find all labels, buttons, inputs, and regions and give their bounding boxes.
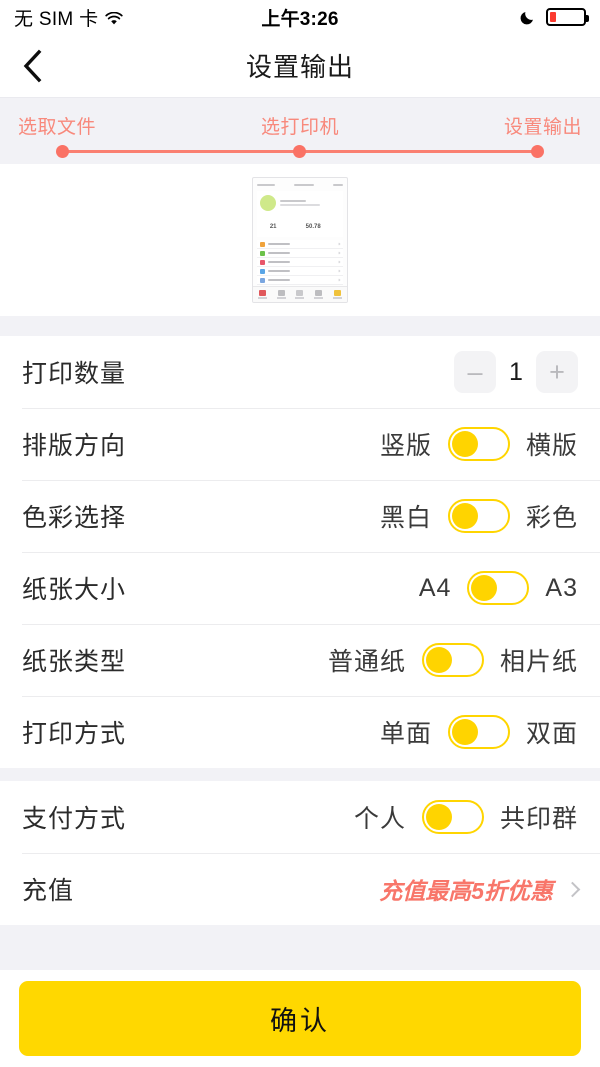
row-label-quantity: 打印数量 <box>22 354 126 390</box>
print-mode-option-right[interactable]: 双面 <box>526 714 578 750</box>
wifi-icon <box>105 10 123 24</box>
paper-size-option-right[interactable]: A3 <box>545 574 578 603</box>
row-label-recharge: 充值 <box>22 871 74 907</box>
plus-icon: + <box>549 359 565 385</box>
print-mode-option-left[interactable]: 单面 <box>380 714 432 750</box>
section-gap-2 <box>0 768 600 781</box>
back-button[interactable] <box>20 46 60 86</box>
toggle-knob-icon <box>426 647 452 673</box>
thumbnail-number-left: 21 <box>270 224 277 230</box>
recharge-promo-text: 充值最高5折优惠 <box>379 872 553 906</box>
minus-icon: – <box>467 359 482 385</box>
print-mode-toggle[interactable] <box>448 715 510 749</box>
row-color-selection: 色彩选择 黑白 彩色 <box>0 480 600 552</box>
quantity-increment-button[interactable]: + <box>536 351 578 393</box>
step-label-2[interactable]: 选打印机 <box>261 112 339 139</box>
toggle-knob-icon <box>452 503 478 529</box>
row-label-paper-type: 纸张类型 <box>22 642 126 678</box>
status-bar-left: 无 SIM 卡 <box>14 4 123 31</box>
footer-bar: 确认 <box>0 970 600 1067</box>
step-label-1[interactable]: 选取文件 <box>18 112 96 139</box>
color-option-left[interactable]: 黑白 <box>380 498 432 534</box>
orientation-option-left[interactable]: 竖版 <box>380 426 432 462</box>
toggle-knob-icon <box>452 431 478 457</box>
section-gap-1 <box>0 316 600 336</box>
toggle-knob-icon <box>471 575 497 601</box>
row-payment-method: 支付方式 个人 共印群 <box>0 781 600 853</box>
row-label-print-mode: 打印方式 <box>22 714 126 750</box>
moon-icon <box>520 9 536 25</box>
payment-option-left[interactable]: 个人 <box>354 799 406 835</box>
row-paper-type: 纸张类型 普通纸 相片纸 <box>0 624 600 696</box>
chevron-right-icon <box>565 881 581 897</box>
paper-size-toggle[interactable] <box>467 571 529 605</box>
payment-option-right[interactable]: 共印群 <box>500 799 578 835</box>
row-label-orientation: 排版方向 <box>22 426 126 462</box>
step-dot-2 <box>293 145 306 158</box>
quantity-value: 1 <box>496 358 536 387</box>
battery-icon <box>546 8 586 26</box>
row-recharge[interactable]: 充值 充值最高5折优惠 <box>0 853 600 925</box>
paper-type-toggle[interactable] <box>422 643 484 677</box>
row-label-color: 色彩选择 <box>22 498 126 534</box>
orientation-option-right[interactable]: 横版 <box>526 426 578 462</box>
row-paper-size: 纸张大小 A4 A3 <box>0 552 600 624</box>
toggle-knob-icon <box>426 804 452 830</box>
paper-size-option-left[interactable]: A4 <box>419 574 452 603</box>
carrier-label: 无 SIM 卡 <box>14 4 98 31</box>
page-title: 设置输出 <box>0 47 600 84</box>
paper-type-option-left[interactable]: 普通纸 <box>328 642 406 678</box>
thumbnail-number-right: 50.78 <box>306 224 321 230</box>
status-bar: 无 SIM 卡 上午3:26 <box>0 0 600 34</box>
row-label-payment: 支付方式 <box>22 799 126 835</box>
thumbnail-avatar <box>260 195 276 211</box>
row-label-paper-size: 纸张大小 <box>22 570 126 606</box>
step-dot-1 <box>56 145 69 158</box>
quantity-decrement-button[interactable]: – <box>454 351 496 393</box>
nav-bar: 设置输出 <box>0 34 600 97</box>
paper-type-option-right[interactable]: 相片纸 <box>500 642 578 678</box>
document-thumbnail[interactable]: 21 50.78 <box>252 177 348 303</box>
row-print-mode: 打印方式 单面 双面 <box>0 696 600 768</box>
payment-toggle[interactable] <box>422 800 484 834</box>
step-progress: 选取文件 选打印机 设置输出 <box>0 97 600 164</box>
preview-area: 21 50.78 <box>0 164 600 316</box>
row-layout-orientation: 排版方向 竖版 横版 <box>0 408 600 480</box>
chevron-left-icon <box>20 48 44 84</box>
print-settings-section: 打印数量 – 1 + 排版方向 竖版 横版 色彩选择 黑白 彩色 <box>0 336 600 768</box>
payment-section: 支付方式 个人 共印群 充值 充值最高5折优惠 <box>0 781 600 925</box>
step-dot-3 <box>531 145 544 158</box>
color-toggle[interactable] <box>448 499 510 533</box>
row-print-quantity: 打印数量 – 1 + <box>0 336 600 408</box>
step-label-3[interactable]: 设置输出 <box>504 112 582 139</box>
quantity-stepper: – 1 + <box>454 351 578 393</box>
status-bar-right <box>520 8 586 26</box>
toggle-knob-icon <box>452 719 478 745</box>
orientation-toggle[interactable] <box>448 427 510 461</box>
confirm-button[interactable]: 确认 <box>19 981 581 1056</box>
color-option-right[interactable]: 彩色 <box>526 498 578 534</box>
